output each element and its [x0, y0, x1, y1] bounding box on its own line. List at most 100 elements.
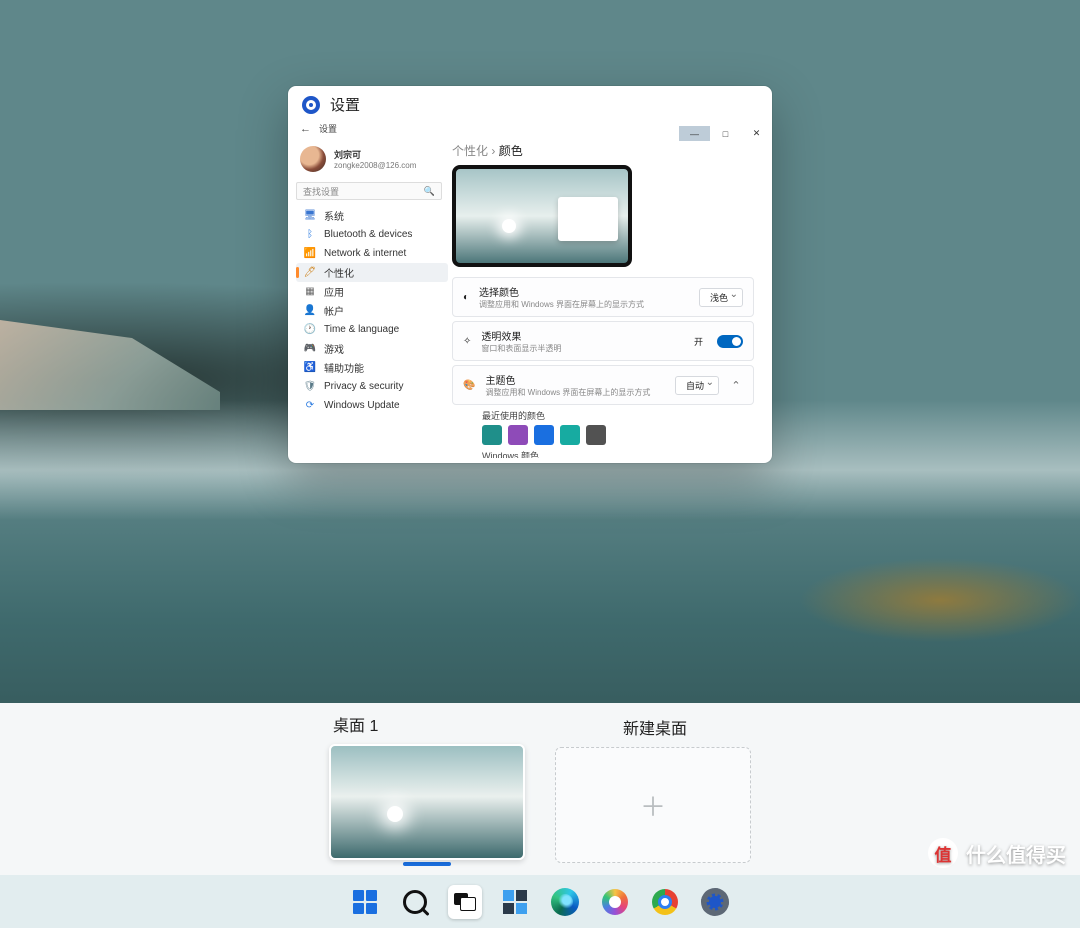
nav-icon: 🖥 [304, 210, 316, 222]
minimize-button[interactable]: — [679, 126, 710, 141]
nav-icon: ▦ [304, 286, 316, 298]
nav-item-9[interactable]: 🛡 Privacy & security [296, 377, 448, 396]
nav-item-10[interactable]: ⟳ Windows Update [296, 396, 448, 415]
avatar [300, 146, 326, 172]
settings-window: 设置 ← 设置 — □ ✕ 刘宗可 zongke2008@126.com 查找设… [288, 86, 772, 463]
nav-label: Time & language [324, 324, 399, 335]
transparency-sub: 窗口和表面显示半透明 [481, 343, 561, 354]
settings-sidebar: 刘宗可 zongke2008@126.com 查找设置 🔍 🖥 系统 ᛒ Blueto… [288, 136, 448, 458]
recent-swatch-3[interactable] [560, 425, 580, 445]
transparency-state: 开 [694, 335, 703, 348]
settings-taskbar-icon[interactable] [698, 885, 732, 919]
card-choose-mode[interactable]: ◐ 选择颜色 调整应用和 Windows 界面在屏幕上的显示方式 浅色 [452, 277, 754, 317]
accent-dropdown[interactable]: 自动 [675, 376, 719, 395]
edge-icon[interactable] [548, 885, 582, 919]
accent-expand-icon[interactable]: ⌃ [729, 379, 743, 392]
nav-label: 个性化 [324, 265, 354, 280]
maximize-button[interactable]: □ [710, 126, 741, 141]
transparency-icon: ✧ [463, 336, 471, 347]
transparency-toggle[interactable] [717, 335, 743, 348]
nav-icon: 🛡 [304, 381, 316, 393]
widgets-button[interactable] [498, 885, 532, 919]
transparency-title: 透明效果 [481, 328, 561, 343]
nav-item-4[interactable]: ▦ 应用 [296, 282, 448, 301]
mode-sub: 调整应用和 Windows 界面在屏幕上的显示方式 [479, 299, 644, 310]
profile-name: 刘宗可 [334, 148, 416, 161]
nav-icon: 🕐 [304, 324, 316, 336]
nav-label: 辅助功能 [324, 360, 364, 375]
windows-colors-label: Windows 颜色 [482, 449, 754, 458]
accent-icon: 🎨 [463, 380, 475, 391]
mode-icon: ◐ [463, 292, 469, 303]
mode-title: 选择颜色 [479, 284, 644, 299]
new-desktop-label: 新建桌面 [555, 715, 751, 739]
window-title: 设置 [330, 94, 360, 115]
nav-label: Network & internet [324, 248, 406, 259]
watermark: 值 什么值得买 [928, 838, 1066, 868]
virtual-desktops-panel: 桌面 1 新建桌面 ＋ [0, 703, 1080, 875]
card-accent[interactable]: 🎨 主题色 调整应用和 Windows 界面在屏幕上的显示方式 自动 ⌃ [452, 365, 754, 405]
settings-gear-icon [302, 96, 320, 114]
card-transparency[interactable]: ✧ 透明效果 窗口和表面显示半透明 开 [452, 321, 754, 361]
window-titlebar[interactable]: 设置 [288, 86, 772, 121]
desktop-1[interactable]: 桌面 1 [329, 712, 525, 866]
nav-item-6[interactable]: 🕐 Time & language [296, 320, 448, 339]
nav-label: 游戏 [324, 341, 344, 356]
nav-label: 应用 [324, 284, 344, 299]
accent-title: 主题色 [485, 372, 650, 387]
nav-item-8[interactable]: ♿ 辅助功能 [296, 358, 448, 377]
search-input[interactable]: 查找设置 🔍 [296, 182, 442, 200]
nav-item-3[interactable]: 🖊 个性化 [296, 263, 448, 282]
profile-email: zongke2008@126.com [334, 161, 416, 170]
recent-swatch-0[interactable] [482, 425, 502, 445]
nav-label: 系统 [324, 208, 344, 223]
start-button[interactable] [348, 885, 382, 919]
task-view-button[interactable] [448, 885, 482, 919]
nav-icon: 🎮 [304, 343, 316, 355]
breadcrumb-current: 颜色 [499, 144, 523, 158]
nav-icon: 📶 [304, 248, 316, 260]
watermark-text: 什么值得买 [966, 839, 1066, 868]
profile-block[interactable]: 刘宗可 zongke2008@126.com [296, 142, 448, 180]
new-desktop-button[interactable]: ＋ [555, 747, 751, 863]
new-desktop[interactable]: 新建桌面 ＋ [555, 715, 751, 863]
breadcrumb-parent[interactable]: 个性化 [452, 144, 488, 158]
breadcrumb: 个性化 › 颜色 [452, 142, 754, 159]
watermark-badge: 值 [928, 838, 958, 868]
nav-icon: ᛒ [304, 229, 316, 241]
nav-item-2[interactable]: 📶 Network & internet [296, 244, 448, 263]
taskbar-search[interactable] [398, 885, 432, 919]
nav-label: 帐户 [324, 303, 344, 318]
mode-dropdown[interactable]: 浅色 [699, 288, 743, 307]
nav-icon: ♿ [304, 362, 316, 374]
back-button[interactable]: ← [300, 123, 311, 135]
recent-colors-label: 最近使用的颜色 [482, 409, 754, 422]
nav-item-1[interactable]: ᛒ Bluetooth & devices [296, 225, 448, 244]
desktop-1-label: 桌面 1 [329, 712, 525, 736]
nav-item-0[interactable]: 🖥 系统 [296, 206, 448, 225]
close-button[interactable]: ✕ [741, 126, 772, 141]
nav-label: Windows Update [324, 400, 400, 411]
settings-content: 个性化 › 颜色 ◐ 选择颜色 调整应用和 Windows 界面在屏幕上的显示方… [448, 136, 772, 458]
nav-item-7[interactable]: 🎮 游戏 [296, 339, 448, 358]
recent-swatch-1[interactable] [508, 425, 528, 445]
search-placeholder: 查找设置 [303, 185, 339, 198]
recent-swatch-4[interactable] [586, 425, 606, 445]
browser-icon[interactable] [598, 885, 632, 919]
desktop-1-thumb[interactable] [329, 744, 525, 860]
nav-icon: 👤 [304, 305, 316, 317]
desktop-1-active-indicator [403, 862, 451, 866]
chrome-icon[interactable] [648, 885, 682, 919]
window-subtitle: 设置 [319, 122, 337, 135]
recent-swatch-2[interactable] [534, 425, 554, 445]
window-controls: — □ ✕ [679, 126, 772, 141]
nav-item-5[interactable]: 👤 帐户 [296, 301, 448, 320]
nav-label: Bluetooth & devices [324, 229, 412, 240]
accent-sub: 调整应用和 Windows 界面在屏幕上的显示方式 [485, 387, 650, 398]
nav-icon: 🖊 [304, 267, 316, 279]
search-icon: 🔍 [424, 186, 435, 197]
nav-label: Privacy & security [324, 381, 403, 392]
theme-preview [452, 165, 632, 267]
nav-icon: ⟳ [304, 400, 316, 412]
taskbar [0, 875, 1080, 928]
